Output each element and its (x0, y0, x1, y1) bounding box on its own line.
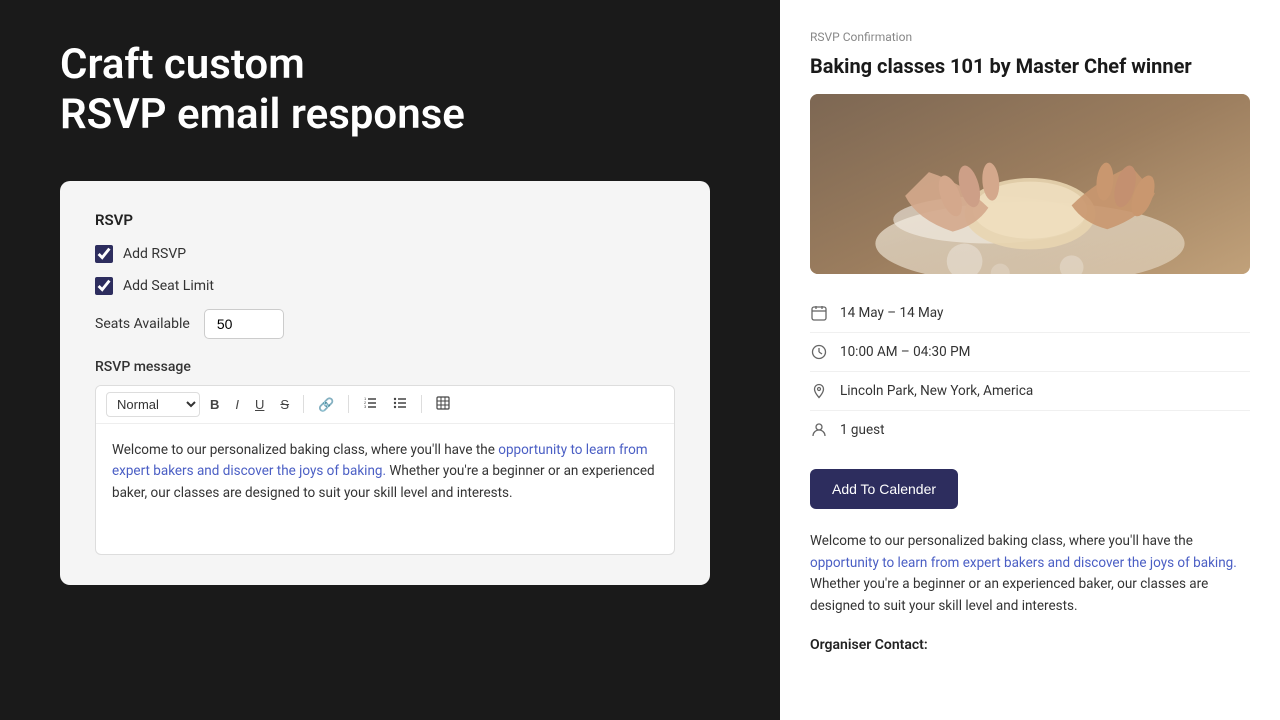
rsvp-message-label: RSVP message (95, 359, 675, 375)
add-rsvp-label: Add RSVP (123, 246, 186, 262)
add-seat-limit-row: Add Seat Limit (95, 277, 675, 295)
link-button[interactable]: 🔗 (312, 394, 340, 415)
add-seat-limit-label: Add Seat Limit (123, 278, 214, 294)
strikethrough-button[interactable]: S (274, 394, 295, 415)
add-rsvp-row: Add RSVP (95, 245, 675, 263)
hero-title-line2: RSVP email response (60, 90, 465, 139)
date-text: 14 May – 14 May (840, 305, 943, 321)
toolbar-divider-3 (421, 395, 422, 413)
form-card: RSVP Add RSVP Add Seat Limit Seats Avail… (60, 181, 710, 585)
location-row: Lincoln Park, New York, America (810, 372, 1250, 411)
table-button[interactable] (430, 392, 456, 416)
description-highlight: opportunity to learn from expert bakers … (810, 555, 1237, 571)
underline-button[interactable]: U (249, 394, 270, 415)
calendar-icon (810, 304, 828, 322)
date-row: 14 May – 14 May (810, 294, 1250, 333)
time-text: 10:00 AM – 04:30 PM (840, 344, 970, 360)
clock-icon (810, 343, 828, 361)
location-icon (810, 382, 828, 400)
hero-title-line1: Craft custom (60, 40, 305, 89)
format-select[interactable]: Normal Heading 1 Heading 2 Heading 3 (106, 392, 200, 417)
svg-text:3: 3 (364, 404, 367, 409)
right-panel: RSVP Confirmation Baking classes 101 by … (780, 0, 1280, 720)
bold-button[interactable]: B (204, 394, 225, 415)
guests-row: 1 guest (810, 411, 1250, 449)
guests-icon (810, 421, 828, 439)
italic-button[interactable]: I (229, 394, 245, 415)
hero-title: Craft custom RSVP email response (60, 40, 720, 141)
editor-content[interactable]: Welcome to our personalized baking class… (96, 424, 674, 554)
toolbar-divider-2 (348, 395, 349, 413)
seats-input[interactable] (204, 309, 284, 339)
ordered-list-button[interactable]: 1 2 3 (357, 392, 383, 416)
add-rsvp-checkbox[interactable] (95, 245, 113, 263)
guests-text: 1 guest (840, 422, 885, 438)
editor-toolbar: Normal Heading 1 Heading 2 Heading 3 B I… (96, 386, 674, 424)
rsvp-editor: Normal Heading 1 Heading 2 Heading 3 B I… (95, 385, 675, 555)
event-details: 14 May – 14 May 10:00 AM – 04:30 PM (810, 294, 1250, 449)
toolbar-divider-1 (303, 395, 304, 413)
location-text: Lincoln Park, New York, America (840, 383, 1033, 399)
rsvp-section-title: RSVP (95, 211, 675, 229)
time-row: 10:00 AM – 04:30 PM (810, 333, 1250, 372)
add-seat-limit-checkbox[interactable] (95, 277, 113, 295)
seats-available-label: Seats Available (95, 316, 190, 332)
add-to-calendar-button[interactable]: Add To Calender (810, 469, 958, 509)
event-description: Welcome to our personalized baking class… (810, 531, 1250, 617)
event-image (810, 94, 1250, 274)
unordered-list-button[interactable] (387, 392, 413, 416)
organiser-contact-label: Organiser Contact: (810, 637, 1250, 653)
event-title: Baking classes 101 by Master Chef winner (810, 54, 1250, 78)
seats-available-row: Seats Available (95, 309, 675, 339)
left-panel: Craft custom RSVP email response RSVP Ad… (0, 0, 780, 720)
confirmation-label: RSVP Confirmation (810, 30, 1250, 44)
